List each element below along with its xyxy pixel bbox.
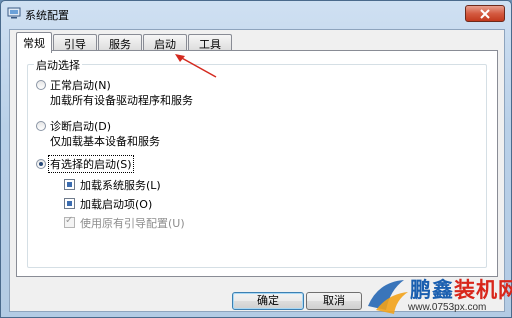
dialog-client: 常规 引导 服务 启动 工具 启动选择 正常启动(N) 加载所有设备驱动程序和服… xyxy=(9,29,505,312)
tab-label: 常规 xyxy=(23,37,45,50)
window-title: 系统配置 xyxy=(25,9,69,22)
tab-tools[interactable]: 工具 xyxy=(188,34,232,51)
tab-services[interactable]: 服务 xyxy=(98,34,142,51)
use-original-boot-config-checkbox xyxy=(64,215,75,228)
watermark-name-part1: 鹏鑫 xyxy=(410,278,454,302)
load-startup-items-checkbox[interactable] xyxy=(64,198,75,209)
watermark-name: 鹏鑫装机网 xyxy=(410,274,512,304)
site-watermark: 鹏鑫装机网 www.0753px.com xyxy=(362,274,512,318)
selective-startup-radio[interactable] xyxy=(36,159,46,169)
tab-startup[interactable]: 启动 xyxy=(143,34,187,51)
normal-startup-label[interactable]: 正常启动(N) xyxy=(50,77,111,93)
close-button[interactable] xyxy=(465,5,505,22)
app-icon xyxy=(7,7,21,19)
watermark-url: www.0753px.com xyxy=(408,302,487,313)
watermark-name-part2: 装机网 xyxy=(454,278,512,302)
diagnostic-startup-desc: 仅加载基本设备和服务 xyxy=(50,135,160,148)
tab-general[interactable]: 常规 xyxy=(16,32,52,53)
close-x-icon xyxy=(480,8,490,19)
load-startup-items-label[interactable]: 加载启动项(O) xyxy=(80,196,152,212)
use-original-boot-config-label: 使用原有引导配置(U) xyxy=(80,217,185,230)
diagnostic-startup-label[interactable]: 诊断启动(D) xyxy=(50,118,111,134)
system-config-window: 系统配置 常规 引导 服务 启动 工具 启动选择 正常启动(N) 加载所有设备驱… xyxy=(0,0,512,318)
title-bar[interactable]: 系统配置 xyxy=(1,1,511,27)
load-system-services-checkbox[interactable] xyxy=(64,179,75,190)
watermark-logo-icon xyxy=(368,280,408,314)
diagnostic-startup-radio[interactable] xyxy=(36,121,46,131)
normal-startup-radio[interactable] xyxy=(36,80,46,90)
startup-selection-group: 启动选择 正常启动(N) 加载所有设备驱动程序和服务 诊断启动(D) 仅加载基本… xyxy=(27,57,487,268)
cancel-button[interactable]: 取消 xyxy=(306,292,362,310)
normal-startup-desc: 加载所有设备驱动程序和服务 xyxy=(50,94,193,107)
general-tab-panel: 启动选择 正常启动(N) 加载所有设备驱动程序和服务 诊断启动(D) 仅加载基本… xyxy=(16,50,498,277)
load-system-services-label[interactable]: 加载系统服务(L) xyxy=(80,177,161,193)
tab-boot[interactable]: 引导 xyxy=(53,34,97,51)
ok-button[interactable]: 确定 xyxy=(232,292,304,310)
group-title: 启动选择 xyxy=(34,57,82,73)
selective-startup-label[interactable]: 有选择的启动(S) xyxy=(48,155,134,173)
